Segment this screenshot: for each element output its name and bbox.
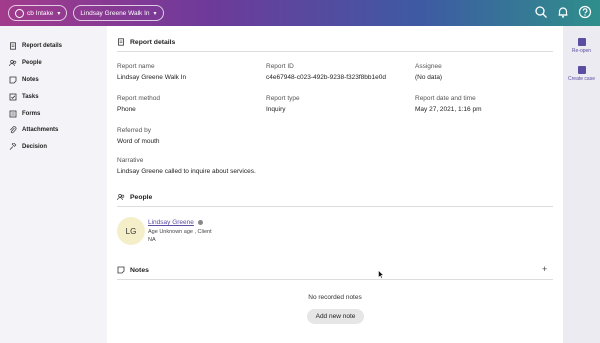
- sidebar-item-tasks[interactable]: Tasks: [0, 88, 106, 105]
- field-value: Lindsay Greene called to inquire about s…: [117, 168, 256, 175]
- person-meta-2: NA: [148, 237, 156, 243]
- sidebar-item-label: Attachments: [22, 127, 59, 134]
- person-meta: Age Unknown age , Client: [148, 229, 212, 235]
- empty-notes-text: No recorded notes: [308, 294, 362, 301]
- report-details-header: Report details: [117, 38, 175, 46]
- sidebar-item-notes[interactable]: Notes: [0, 72, 106, 89]
- sidebar-item-label: Decision: [22, 144, 48, 151]
- document-icon: [118, 38, 124, 46]
- create-case-label: Create case: [568, 76, 595, 82]
- reopen-label: Re-open: [571, 48, 592, 54]
- sidebar-item-label: Forms: [22, 110, 41, 117]
- chevron-down-icon: ▾: [153, 10, 157, 17]
- field-assignee: Assignee (No data): [415, 63, 560, 81]
- field-label: Report name: [117, 63, 155, 70]
- field-report-id: Report ID c4e67948-c023-492b-9238-f323f8…: [266, 63, 416, 81]
- person-name-link[interactable]: Lindsay Greene: [148, 219, 194, 226]
- people-icon: [9, 60, 17, 67]
- field-value: Phone: [117, 106, 136, 113]
- reopen-button[interactable]: Re-open: [563, 38, 600, 54]
- info-icon[interactable]: [198, 220, 203, 225]
- field-label: Narrative: [117, 157, 144, 164]
- notes-header: Notes: [117, 266, 149, 274]
- divider: [117, 279, 553, 280]
- section-title: Notes: [130, 266, 149, 274]
- paperclip-icon: [10, 126, 17, 134]
- sidebar-item-label: People: [22, 60, 42, 67]
- create-case-button[interactable]: Create case: [563, 66, 600, 82]
- reopen-icon: [577, 38, 586, 46]
- field-report-name: Report name Lindsay Greene Walk In: [117, 63, 262, 81]
- add-note-icon[interactable]: +: [542, 264, 547, 274]
- field-label: Assignee: [415, 63, 442, 70]
- field-referred-by: Referred by Word of mouth: [117, 127, 262, 145]
- help-icon[interactable]: [578, 5, 592, 19]
- add-new-note-button[interactable]: Add new note: [307, 309, 364, 324]
- chevron-down-icon: ▾: [57, 10, 61, 17]
- search-icon[interactable]: [534, 5, 548, 19]
- sidebar-item-label: Notes: [22, 76, 39, 83]
- field-label: Referred by: [117, 127, 151, 134]
- field-value: May 27, 2021, 1:16 pm: [415, 106, 482, 113]
- intake-label: cb Intake: [27, 9, 54, 17]
- gavel-icon: [9, 143, 17, 151]
- field-report-date: Report date and time May 27, 2021, 1:16 …: [415, 95, 560, 113]
- field-label: Report date and time: [415, 95, 476, 102]
- main-content: Report details Report name Lindsay Green…: [107, 26, 563, 343]
- field-label: Report ID: [266, 63, 294, 70]
- section-title: Report details: [130, 38, 176, 46]
- field-value: Word of mouth: [117, 138, 160, 145]
- sidebar-item-report-details[interactable]: Report details: [0, 38, 106, 55]
- document-icon: [10, 42, 16, 50]
- field-value: Inquiry: [266, 106, 286, 113]
- note-icon: [117, 266, 125, 274]
- sidebar-item-attachments[interactable]: Attachments: [0, 122, 106, 139]
- top-bar: cb Intake ▾ Lindsay Greene Walk In ▾: [0, 0, 600, 26]
- people-icon: [117, 194, 125, 201]
- sidebar-item-forms[interactable]: Forms: [0, 105, 106, 122]
- sidebar-item-people[interactable]: People: [0, 55, 106, 72]
- mouse-cursor-icon: [378, 270, 384, 279]
- avatar: LG: [117, 217, 145, 245]
- field-value: c4e67948-c023-492b-9238-f323f8bb1e0d: [266, 74, 386, 81]
- report-selector[interactable]: Lindsay Greene Walk In ▾: [73, 5, 164, 21]
- form-icon: [9, 110, 17, 117]
- sidebar: Report details People Notes Tasks Forms …: [0, 26, 106, 343]
- field-label: Report type: [266, 95, 300, 102]
- field-value: (No data): [415, 74, 443, 81]
- people-header: People: [117, 193, 152, 201]
- field-value: Lindsay Greene Walk In: [117, 74, 187, 81]
- divider: [117, 206, 553, 207]
- field-narrative: Narrative Lindsay Greene called to inqui…: [117, 157, 417, 175]
- field-label: Report method: [117, 95, 160, 102]
- sidebar-item-label: Report details: [22, 43, 63, 50]
- note-icon: [9, 76, 17, 84]
- right-rail: Re-open Create case: [563, 26, 600, 343]
- bell-icon[interactable]: [556, 5, 570, 19]
- intake-selector[interactable]: cb Intake ▾: [8, 5, 68, 21]
- sidebar-item-decision[interactable]: Decision: [0, 139, 106, 156]
- report-label: Lindsay Greene Walk In: [80, 9, 150, 17]
- field-report-type: Report type Inquiry: [266, 95, 411, 113]
- field-report-method: Report method Phone: [117, 95, 262, 113]
- checkbox-icon: [9, 93, 17, 101]
- create-case-icon: [577, 66, 586, 74]
- divider: [117, 51, 553, 52]
- sidebar-item-label: Tasks: [22, 93, 39, 100]
- intake-icon: [15, 8, 24, 18]
- section-title: People: [130, 193, 153, 201]
